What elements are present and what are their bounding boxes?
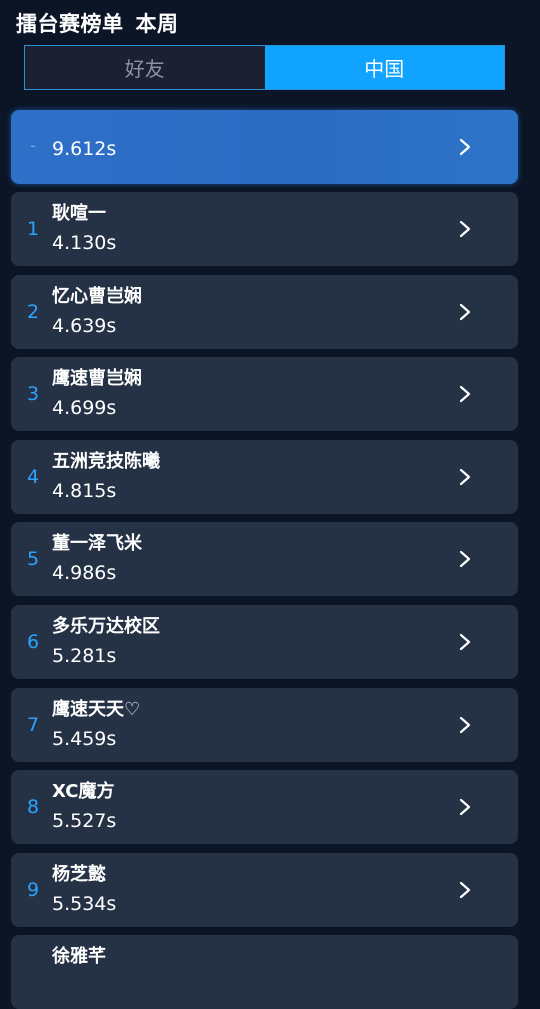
rank-number: 9: [26, 879, 40, 901]
table-row[interactable]: 3 鹰速曹岂娴 4.699s: [11, 357, 518, 431]
best-time: 5.281s: [52, 645, 117, 667]
period-label: 本周: [135, 12, 179, 36]
best-time: 4.986s: [52, 562, 117, 584]
table-row[interactable]: 7 鹰速天天♡ 5.459s: [11, 688, 518, 762]
my-rank-row[interactable]: - 9.612s: [11, 110, 518, 184]
best-time: 9.612s: [52, 138, 117, 160]
row-info: 忆心曹岂娴 4.639s: [52, 285, 142, 340]
table-row[interactable]: 徐雅芊: [11, 935, 518, 1009]
player-name: 杨芝懿: [52, 864, 106, 885]
table-row[interactable]: 8 XC魔方 5.527s: [11, 770, 518, 844]
rank-number: 3: [26, 383, 40, 405]
player-name: 五洲竞技陈曦: [52, 451, 160, 472]
row-info: 多乐万达校区 5.281s: [52, 615, 160, 670]
rank-number: 7: [26, 714, 40, 736]
row-info: 鹰速天天♡ 5.459s: [52, 698, 140, 753]
player-name: XC魔方: [52, 781, 115, 802]
rank-number: 4: [26, 466, 40, 488]
page-header: 擂台赛榜单 本周: [16, 8, 179, 38]
best-time: 5.527s: [52, 810, 117, 832]
rank-number: 2: [26, 301, 40, 323]
tab-friends[interactable]: 好友: [25, 46, 265, 89]
tab-china[interactable]: 中国: [264, 46, 504, 89]
scope-tabs: 好友 中国: [24, 45, 505, 90]
chevron-right-icon: [459, 138, 471, 156]
player-name: 董一泽飞米: [52, 533, 142, 554]
chevron-right-icon: [459, 303, 471, 321]
chevron-right-icon: [459, 798, 471, 816]
chevron-right-icon: [459, 220, 471, 238]
page-title: 擂台赛榜单: [16, 12, 124, 36]
rank-number: 8: [26, 796, 40, 818]
best-time: 4.639s: [52, 315, 117, 337]
rank-number: 5: [26, 548, 40, 570]
chevron-right-icon: [459, 633, 471, 651]
player-name: 鹰速曹岂娴: [52, 368, 142, 389]
best-time: 4.130s: [52, 232, 117, 254]
row-info: 徐雅芊: [52, 945, 106, 972]
table-row[interactable]: 2 忆心曹岂娴 4.639s: [11, 275, 518, 349]
row-info: 五洲竞技陈曦 4.815s: [52, 450, 160, 505]
rank-number: 6: [26, 631, 40, 653]
best-time: 5.459s: [52, 728, 117, 750]
chevron-right-icon: [459, 468, 471, 486]
chevron-right-icon: [459, 881, 471, 899]
table-row[interactable]: 5 董一泽飞米 4.986s: [11, 522, 518, 596]
player-name: 多乐万达校区: [52, 616, 160, 637]
player-name: 耿喧一: [52, 203, 106, 224]
best-time: 5.534s: [52, 893, 117, 915]
table-row[interactable]: 1 耿喧一 4.130s: [11, 192, 518, 266]
row-info: XC魔方 5.527s: [52, 780, 116, 835]
row-info: 董一泽飞米 4.986s: [52, 532, 142, 587]
player-name: 鹰速天天♡: [52, 699, 141, 720]
row-info: 9.612s: [52, 132, 116, 163]
player-name: 徐雅芊: [52, 946, 106, 967]
row-info: 耿喧一 4.130s: [52, 202, 116, 257]
chevron-right-icon: [459, 716, 471, 734]
table-row[interactable]: 4 五洲竞技陈曦 4.815s: [11, 440, 518, 514]
row-info: 杨芝懿 5.534s: [52, 863, 116, 918]
best-time: 4.699s: [52, 397, 117, 419]
player-name: 忆心曹岂娴: [52, 286, 142, 307]
table-row[interactable]: 6 多乐万达校区 5.281s: [11, 605, 518, 679]
best-time: 4.815s: [52, 480, 117, 502]
chevron-right-icon: [459, 385, 471, 403]
chevron-right-icon: [459, 550, 471, 568]
rank-number: 1: [26, 218, 40, 240]
rank-number: -: [30, 136, 36, 155]
row-info: 鹰速曹岂娴 4.699s: [52, 367, 142, 422]
table-row[interactable]: 9 杨芝懿 5.534s: [11, 853, 518, 927]
